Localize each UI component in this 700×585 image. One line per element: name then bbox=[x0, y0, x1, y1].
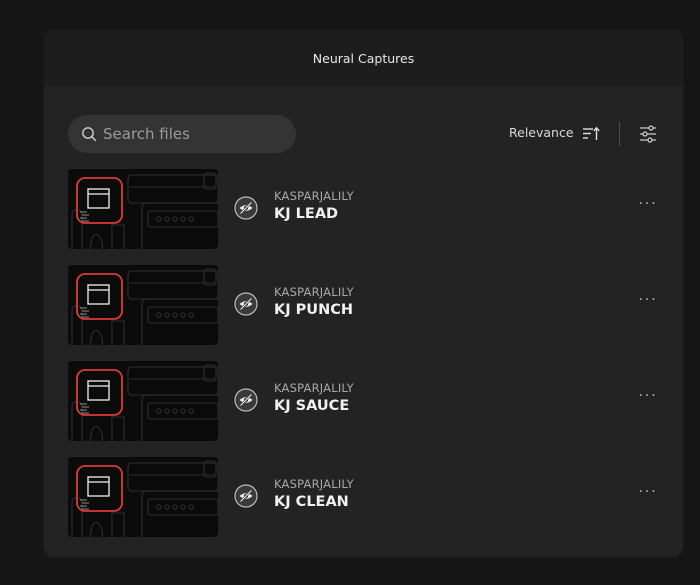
amp-thumbnail bbox=[68, 265, 218, 345]
amp-thumbnail bbox=[68, 457, 218, 537]
list-item[interactable]: KASPARJALILY KJ LEAD ··· bbox=[68, 169, 668, 249]
neural-captures-panel: Neural Captures Relevance bbox=[44, 30, 683, 557]
eye-slash-icon[interactable] bbox=[234, 292, 258, 316]
capture-owner: KASPARJALILY bbox=[274, 285, 354, 299]
eye-slash-icon[interactable] bbox=[234, 388, 258, 412]
capture-owner: KASPARJALILY bbox=[274, 189, 354, 203]
search-box[interactable] bbox=[68, 115, 296, 153]
search-icon bbox=[82, 127, 97, 142]
capture-name: KJ CLEAN bbox=[274, 494, 349, 510]
amp-thumbnail bbox=[68, 361, 218, 441]
toolbar: Relevance bbox=[44, 114, 683, 154]
sort-label[interactable]: Relevance bbox=[509, 125, 574, 140]
search-input[interactable] bbox=[101, 124, 285, 144]
more-options-button[interactable]: ··· bbox=[634, 197, 662, 219]
eye-slash-icon[interactable] bbox=[234, 196, 258, 220]
eye-slash-icon[interactable] bbox=[234, 484, 258, 508]
sort-order-icon[interactable] bbox=[581, 124, 601, 144]
more-options-button[interactable]: ··· bbox=[634, 293, 662, 315]
list-item[interactable]: KASPARJALILY KJ CLEAN ··· bbox=[68, 457, 668, 537]
amp-thumbnail bbox=[68, 169, 218, 249]
page-title: Neural Captures bbox=[312, 50, 415, 66]
capture-name: KJ LEAD bbox=[274, 206, 339, 222]
panel-header: Neural Captures bbox=[44, 30, 683, 87]
capture-owner: KASPARJALILY bbox=[274, 381, 354, 395]
more-options-button[interactable]: ··· bbox=[634, 389, 662, 411]
capture-name: KJ PUNCH bbox=[274, 302, 353, 318]
filter-sliders-icon[interactable] bbox=[638, 124, 658, 144]
more-options-button[interactable]: ··· bbox=[634, 485, 662, 507]
capture-name: KJ SAUCE bbox=[274, 398, 350, 414]
toolbar-divider bbox=[619, 122, 620, 146]
list-item[interactable]: KASPARJALILY KJ PUNCH ··· bbox=[68, 265, 668, 345]
capture-list: KASPARJALILY KJ LEAD ··· KASPARJALILY KJ… bbox=[68, 169, 668, 553]
capture-owner: KASPARJALILY bbox=[274, 477, 354, 491]
list-item[interactable]: KASPARJALILY KJ SAUCE ··· bbox=[68, 361, 668, 441]
